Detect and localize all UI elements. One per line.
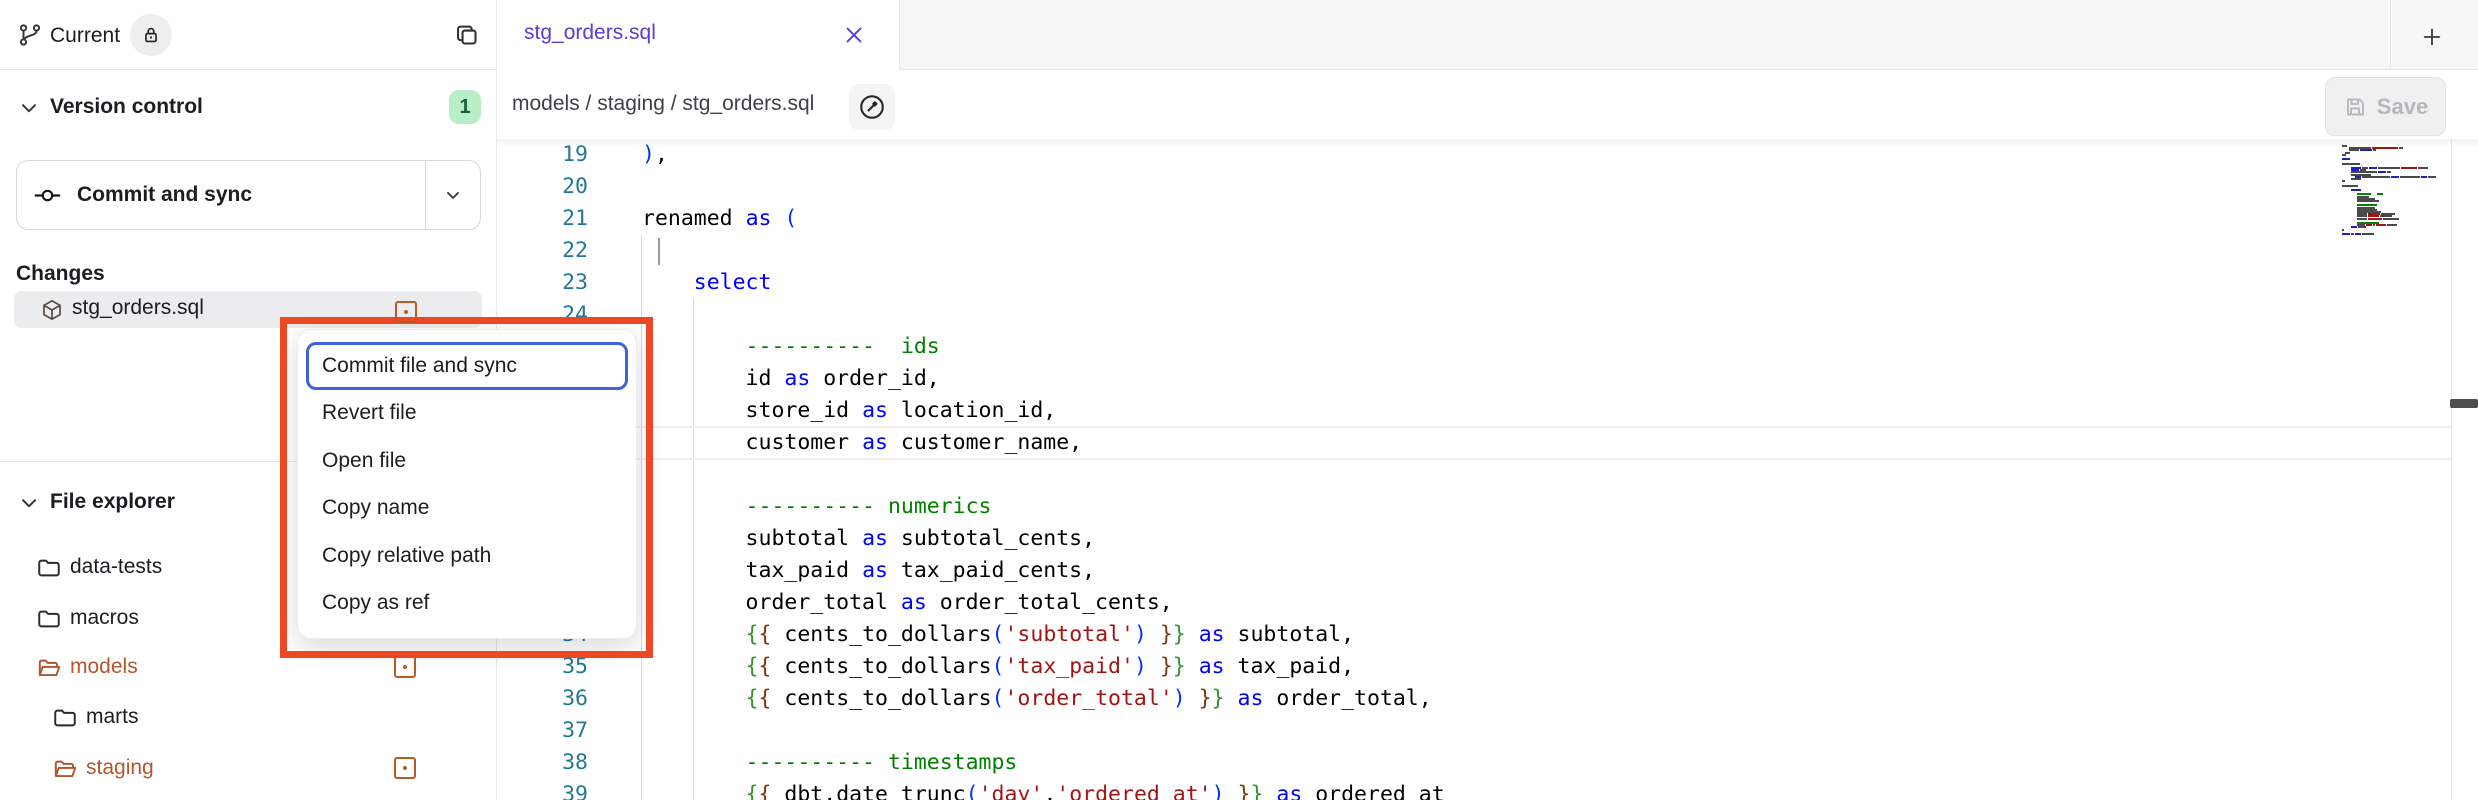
changes-count-badge: 1 [449, 90, 481, 124]
line-number: 35 [530, 651, 588, 683]
git-commit-icon [34, 182, 61, 209]
tab-stg-orders[interactable]: stg_orders.sql [497, 0, 900, 70]
code-line[interactable]: {{ cents_to_dollars('tax_paid') }} as ta… [642, 651, 1354, 683]
code-line[interactable]: customer as customer_name, [642, 427, 1082, 459]
lineage-compass-icon [857, 92, 887, 122]
code-line[interactable]: store_id as location_id, [642, 395, 1056, 427]
code-line[interactable]: ---------- ids [642, 331, 940, 363]
branch-name[interactable]: Current [50, 22, 120, 49]
menu-item-copy-as-ref[interactable]: Copy as ref [298, 580, 636, 628]
text-caret [658, 238, 660, 265]
dbt-ide-screen: stg_orders.sql models / staging / stg_or… [0, 0, 2478, 800]
menu-item-commit-file-and-sync[interactable]: Commit file and sync [306, 342, 628, 390]
floppy-icon [2343, 95, 2367, 119]
menu-item-copy-name[interactable]: Copy name [298, 485, 636, 533]
save-label: Save [2377, 94, 2428, 120]
plus-icon[interactable] [2421, 26, 2443, 48]
divider [0, 69, 497, 70]
folder-label: marts [86, 705, 139, 729]
menu-item-revert-file[interactable]: Revert file [298, 390, 636, 438]
lineage-button[interactable] [849, 84, 895, 130]
close-icon[interactable] [843, 24, 865, 46]
folder-label: staging [86, 756, 154, 780]
folder-label: data-tests [70, 555, 162, 579]
editor-top-shadow [497, 139, 2478, 147]
tab-bar-border [900, 69, 2478, 70]
chevron-down-icon[interactable] [18, 97, 40, 119]
changed-file-name: stg_orders.sql [72, 296, 204, 320]
line-number: 22 [530, 235, 588, 267]
code-line[interactable]: select [642, 267, 771, 299]
indent-guide [693, 299, 694, 800]
lock-icon [140, 24, 162, 46]
chevron-down-icon[interactable] [18, 492, 40, 514]
pane-resize-handle[interactable] [2450, 399, 2478, 408]
menu-item-copy-relative-path[interactable]: Copy relative path [298, 532, 636, 580]
line-number: 38 [530, 747, 588, 779]
minimap-border [2451, 139, 2452, 800]
code-line[interactable]: ---------- timestamps [642, 747, 1017, 779]
commit-and-sync-button[interactable]: Commit and sync [16, 160, 481, 230]
code-line[interactable]: subtotal as subtotal_cents, [642, 523, 1095, 555]
branch-lock-badge [130, 14, 172, 56]
chevron-down-icon [443, 185, 463, 205]
version-control-title[interactable]: Version control [50, 95, 203, 119]
git-branch-icon [17, 22, 43, 48]
modified-file-indicator-icon [395, 301, 417, 323]
commit-and-sync-label: Commit and sync [77, 183, 252, 207]
breadcrumb: models / staging / stg_orders.sql [512, 92, 814, 116]
sidebar-item-models[interactable]: models [0, 643, 497, 693]
save-button[interactable]: Save [2325, 77, 2446, 136]
modified-folder-indicator-icon [394, 656, 416, 678]
folder-label: models [70, 655, 138, 679]
line-number: 23 [530, 267, 588, 299]
changes-title: Changes [16, 262, 105, 286]
sidebar-item-marts[interactable]: marts [0, 693, 497, 743]
model-cube-icon [40, 298, 64, 322]
code-line[interactable]: ---------- numerics [642, 491, 992, 523]
commit-and-sync-main[interactable]: Commit and sync [17, 161, 425, 229]
code-line[interactable]: {{ dbt.date_trunc('day','ordered_at') }}… [642, 779, 1445, 800]
code-line[interactable]: {{ cents_to_dollars('order_total') }} as… [642, 683, 1432, 715]
line-number: 24 [530, 299, 588, 331]
minimap[interactable] [2342, 145, 2452, 705]
tab-label: stg_orders.sql [524, 21, 656, 45]
copy-icon[interactable] [453, 21, 480, 48]
menu-item-open-file[interactable]: Open file [298, 437, 636, 485]
file-explorer-title[interactable]: File explorer [50, 490, 175, 514]
current-line-border-bottom [598, 458, 2451, 460]
line-number: 37 [530, 715, 588, 747]
indent-guide [641, 235, 642, 800]
modified-folder-indicator-icon [394, 757, 416, 779]
folder-label: macros [70, 606, 139, 630]
code-line[interactable]: id as order_id, [642, 363, 940, 395]
line-number: 20 [530, 171, 588, 203]
tab-bar-divider [2390, 0, 2391, 69]
code-line[interactable]: {{ cents_to_dollars('subtotal') }} as su… [642, 619, 1354, 651]
commit-options-toggle[interactable] [425, 161, 480, 229]
file-context-menu: Commit file and syncRevert fileOpen file… [297, 329, 637, 639]
line-number: 39 [530, 779, 588, 800]
line-number: 21 [530, 203, 588, 235]
code-line[interactable]: tax_paid as tax_paid_cents, [642, 555, 1095, 587]
sidebar-item-staging[interactable]: staging [0, 744, 497, 794]
current-line-border-top [598, 426, 2451, 428]
code-line[interactable]: order_total as order_total_cents, [642, 587, 1173, 619]
line-number: 36 [530, 683, 588, 715]
code-line[interactable]: renamed as ( [642, 203, 797, 235]
